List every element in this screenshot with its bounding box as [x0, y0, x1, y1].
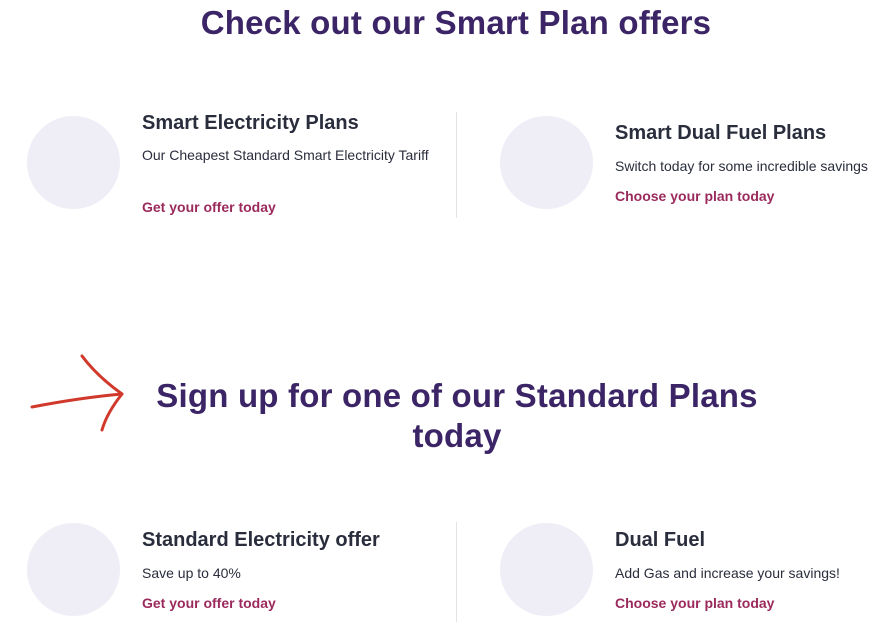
- smart-dual-fuel-icon: [500, 116, 593, 209]
- smart-dual-fuel-description: Switch today for some incredible savings: [615, 158, 868, 174]
- smart-dual-fuel-title: Smart Dual Fuel Plans: [615, 122, 827, 144]
- smart-electricity-description: Our Cheapest Standard Smart Electricity …: [142, 147, 429, 163]
- smart-electricity-offer-link[interactable]: Get your offer today: [142, 199, 276, 215]
- standard-plans-heading-line2: today: [412, 417, 502, 454]
- dual-fuel-icon: [500, 523, 593, 616]
- smart-plans-heading: Check out our Smart Plan offers: [200, 4, 712, 41]
- standard-plans-heading-line1: Sign up for one of our Standard Plans: [156, 377, 758, 414]
- dual-fuel-plan-link[interactable]: Choose your plan today: [615, 595, 774, 611]
- smart-electricity-title: Smart Electricity Plans: [142, 112, 359, 134]
- smart-dual-fuel-plan-link[interactable]: Choose your plan today: [615, 188, 774, 204]
- card-divider: [456, 522, 457, 622]
- standard-electricity-offer-link[interactable]: Get your offer today: [142, 595, 276, 611]
- standard-electricity-icon: [27, 523, 120, 616]
- dual-fuel-description: Add Gas and increase your savings!: [615, 565, 840, 581]
- dual-fuel-title: Dual Fuel: [615, 529, 706, 551]
- card-divider: [456, 112, 457, 218]
- standard-electricity-description: Save up to 40%: [142, 565, 241, 581]
- smart-electricity-icon: [27, 116, 120, 209]
- standard-electricity-title: Standard Electricity offer: [142, 529, 380, 551]
- standard-plans-heading: Sign up for one of our Standard Plans to…: [0, 376, 885, 456]
